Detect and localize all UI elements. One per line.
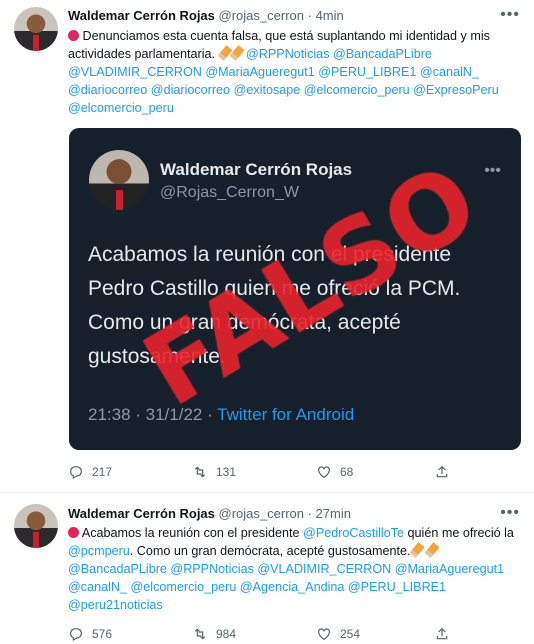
tweet-1[interactable]: Waldemar Cerrón Rojas @rojas_cerron · 4m… [0, 0, 534, 492]
retweet-button[interactable]: 131 [192, 464, 236, 480]
mention-links[interactable]: @BancadaPLibre @RPPNoticias @VLADIMIR_CE… [68, 562, 504, 612]
more-options-icon[interactable]: ••• [500, 6, 520, 24]
pencil-emoji-icon [408, 542, 425, 558]
quoted-source: Twitter for Android [217, 405, 355, 424]
tweet-actions: 576 984 254 [68, 626, 520, 644]
reply-button[interactable]: 217 [68, 464, 112, 480]
reply-icon [70, 466, 82, 480]
tweet-text-b: quién me ofreció la [404, 526, 514, 540]
tweet-text: Acabamos la reunión con el presidente @P… [68, 524, 520, 614]
quoted-image-card[interactable]: Waldemar Cerrón Rojas @Rojas_Cerron_W ••… [69, 128, 521, 450]
retweet-icon [194, 466, 206, 478]
mention-link[interactable]: @pcmperu [68, 544, 130, 558]
retweet-icon [194, 628, 206, 640]
retweet-count: 984 [216, 627, 237, 641]
share-button[interactable] [434, 464, 450, 480]
like-count: 68 [340, 465, 354, 479]
timestamp[interactable]: 27min [316, 506, 351, 521]
pencil-emoji-icon [216, 45, 233, 61]
author-name[interactable]: Waldemar Cerrón Rojas [68, 506, 215, 521]
author-handle[interactable]: @rojas_cerron [219, 506, 304, 521]
pencil-emoji-icon [424, 542, 440, 558]
separator: · [307, 506, 312, 521]
quoted-author-name: Waldemar Cerrón Rojas [160, 160, 353, 179]
tweet-actions: 217 131 68 [68, 464, 520, 482]
tweet-text: Denunciamos esta cuenta falsa, que está … [68, 27, 520, 117]
red-circle-emoji-icon [68, 527, 79, 538]
quoted-more-icon: ••• [484, 162, 501, 179]
heart-icon [318, 628, 330, 641]
reply-count: 576 [92, 627, 113, 641]
author-name[interactable]: Waldemar Cerrón Rojas [68, 8, 215, 23]
retweet-button[interactable]: 984 [192, 626, 236, 642]
avatar[interactable] [14, 7, 58, 51]
tweet-text-c: . Como un gran demócrata, acepté gustosa… [129, 544, 411, 558]
share-icon [436, 465, 448, 478]
quoted-timestamp: 21:38 · 31/1/22 · Twitter for Android [88, 405, 354, 425]
tweet-2[interactable]: Waldemar Cerrón Rojas @rojas_cerron · 27… [0, 493, 534, 644]
more-options-icon[interactable]: ••• [500, 504, 520, 522]
author-handle[interactable]: @rojas_cerron [219, 8, 304, 23]
reply-icon [70, 628, 82, 642]
quoted-avatar [89, 150, 149, 210]
tweet-text-a: Acabamos la reunión con el presidente [81, 526, 304, 540]
red-circle-emoji-icon [68, 30, 79, 41]
share-icon [436, 627, 448, 640]
mention-link[interactable]: @PedroCastilloTe [303, 526, 404, 540]
tweet-header: Waldemar Cerrón Rojas @rojas_cerron · 27… [68, 506, 351, 521]
retweet-count: 131 [216, 465, 237, 479]
heart-icon [318, 466, 330, 479]
like-button[interactable]: 254 [316, 626, 360, 642]
pencil-emoji-icon [228, 45, 245, 61]
reply-count: 217 [92, 465, 113, 479]
separator: · [307, 8, 312, 23]
like-count: 254 [340, 627, 361, 641]
reply-button[interactable]: 576 [68, 626, 112, 642]
like-button[interactable]: 68 [316, 464, 353, 480]
avatar[interactable] [14, 504, 58, 548]
timestamp[interactable]: 4min [316, 8, 344, 23]
share-button[interactable] [434, 626, 450, 642]
quoted-author-handle: @Rojas_Cerron_W [160, 184, 299, 201]
tweet-header: Waldemar Cerrón Rojas @rojas_cerron · 4m… [68, 8, 344, 23]
